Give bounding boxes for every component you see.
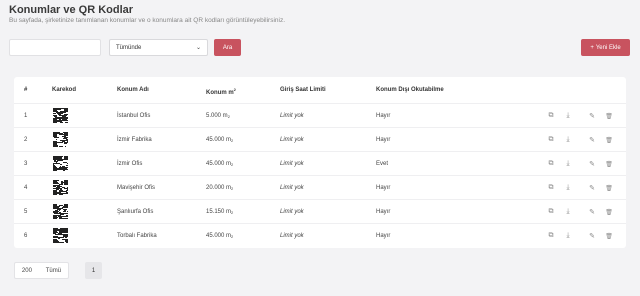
row-index: 5 bbox=[24, 209, 28, 215]
chevron-down-icon: ⌄ bbox=[195, 45, 201, 51]
page-title: Konumlar ve QR Kodlar bbox=[9, 4, 134, 16]
location-name: Mavişehir Ofis bbox=[117, 185, 156, 191]
external-link-icon[interactable]: ⧉ bbox=[546, 104, 556, 128]
download-icon[interactable]: ⤓ bbox=[563, 128, 573, 152]
search-button[interactable]: Ara bbox=[214, 39, 241, 56]
location-select[interactable]: Tümünde ⌄ bbox=[109, 39, 208, 56]
edit-icon[interactable]: ✎ bbox=[587, 224, 597, 248]
entry-time-limit: Limit yok bbox=[280, 209, 304, 215]
edit-icon[interactable]: ✎ bbox=[587, 200, 597, 224]
qr-code-icon[interactable] bbox=[53, 204, 68, 219]
page-button-current[interactable]: 1 bbox=[85, 262, 102, 279]
external-link-icon[interactable]: ⧉ bbox=[546, 224, 556, 248]
row-index: 3 bbox=[24, 161, 28, 167]
row-index: 2 bbox=[24, 137, 28, 143]
entry-time-limit: Limit yok bbox=[280, 185, 304, 191]
entry-time-limit: Limit yok bbox=[280, 113, 304, 119]
outside-scan-allowed: Hayır bbox=[376, 113, 391, 119]
page-subtitle: Bu sayfada, şirketinize tanımlanan konum… bbox=[9, 17, 286, 24]
download-icon[interactable]: ⤓ bbox=[563, 200, 573, 224]
page-size-value: 200 bbox=[21, 267, 32, 274]
location-area: 45.000 m2 bbox=[206, 233, 234, 239]
external-link-icon[interactable]: ⧉ bbox=[546, 200, 556, 224]
trash-icon[interactable]: 🗑 bbox=[604, 128, 614, 152]
table-row: 4 Mavişehir Ofis 20.000 m 2 Limit yok Hayır ⧉ ⤓… bbox=[14, 175, 626, 199]
new-location-button[interactable]: + Yeni Ekle bbox=[581, 39, 630, 56]
new-location-label: Yeni Ekle bbox=[595, 44, 621, 51]
download-icon[interactable]: ⤓ bbox=[563, 224, 573, 248]
qr-code-icon[interactable] bbox=[53, 108, 68, 123]
location-area: 45.000 m2 bbox=[206, 137, 234, 143]
location-name: İzmir Fabrika bbox=[117, 137, 152, 143]
location-area: 5.000 m2 bbox=[206, 113, 230, 119]
qr-code-icon[interactable] bbox=[53, 228, 68, 243]
search-input[interactable] bbox=[9, 39, 101, 56]
row-index: 4 bbox=[24, 185, 28, 191]
location-area: 15.150 m2 bbox=[206, 209, 234, 215]
location-area: 45.000 m2 bbox=[206, 161, 234, 167]
outside-scan-allowed: Evet bbox=[376, 161, 389, 167]
entry-time-limit: Limit yok bbox=[280, 233, 304, 239]
location-area: 20.000 m2 bbox=[206, 185, 234, 191]
trash-icon[interactable]: 🗑 bbox=[604, 224, 614, 248]
download-icon[interactable]: ⤓ bbox=[563, 152, 573, 176]
column-header-index: # bbox=[24, 87, 28, 93]
table-row: 1 İstanbul Ofis 5.000 m 2 Limit yok Hayır ⧉ ⤓ ✎ 🗑 bbox=[14, 103, 626, 127]
column-header-qr: Karekod bbox=[52, 87, 77, 93]
download-icon[interactable]: ⤓ bbox=[563, 176, 573, 200]
edit-icon[interactable]: ✎ bbox=[587, 104, 597, 128]
outside-scan-allowed: Hayır bbox=[376, 209, 391, 215]
qr-code-icon[interactable] bbox=[53, 156, 68, 171]
edit-icon[interactable]: ✎ bbox=[587, 176, 597, 200]
outside-scan-allowed: Hayır bbox=[376, 137, 391, 143]
entry-time-limit: Limit yok bbox=[280, 137, 304, 143]
location-name: İzmir Ofis bbox=[117, 161, 143, 167]
external-link-icon[interactable]: ⧉ bbox=[546, 152, 556, 176]
column-header-name: Konum Adı bbox=[117, 87, 149, 93]
trash-icon[interactable]: 🗑 bbox=[604, 176, 614, 200]
edit-icon[interactable]: ✎ bbox=[587, 128, 597, 152]
column-header-entry-limit: Giriş Saat Limiti bbox=[280, 87, 326, 93]
qr-code-icon[interactable] bbox=[53, 180, 68, 195]
table-row: 2 İzmir Fabrika 45.000 m 2 Limit yok Hayır ⧉ ⤓ ✎… bbox=[14, 127, 626, 151]
external-link-icon[interactable]: ⧉ bbox=[546, 128, 556, 152]
plus-icon: + bbox=[590, 44, 594, 51]
trash-icon[interactable]: 🗑 bbox=[604, 200, 614, 224]
trash-icon[interactable]: 🗑 bbox=[604, 152, 614, 176]
location-name: İstanbul Ofis bbox=[117, 113, 151, 119]
edit-icon[interactable]: ✎ bbox=[587, 152, 597, 176]
table-row: 5 Şanlıurfa Ofis 15.150 m 2 Limit yok Hayır ⧉ ⤓… bbox=[14, 199, 626, 223]
page-size-label: Tümü bbox=[45, 267, 62, 274]
table-row: 6 Torbalı Fabrika 45.000 m 2 Limit yok Hayır ⧉… bbox=[14, 223, 626, 247]
table-row: 3 İzmir Ofis 45.000 m 2 Limit yok Evet ⧉ ⤓ ✎ 🗑 bbox=[14, 151, 626, 175]
row-index: 1 bbox=[24, 113, 28, 119]
locations-table: # Karekod Konum Adı Konum m2 Giriş Saat … bbox=[14, 77, 626, 248]
page-size-selector[interactable]: 200 Tümü bbox=[14, 262, 69, 279]
outside-scan-allowed: Hayır bbox=[376, 233, 391, 239]
download-icon[interactable]: ⤓ bbox=[563, 104, 573, 128]
entry-time-limit: Limit yok bbox=[280, 161, 304, 167]
row-index: 6 bbox=[24, 233, 28, 239]
column-header-area: Konum m2 bbox=[206, 87, 236, 96]
location-name: Şanlıurfa Ofis bbox=[117, 209, 154, 215]
qr-code-icon[interactable] bbox=[53, 132, 68, 147]
location-name: Torbalı Fabrika bbox=[117, 233, 157, 239]
outside-scan-allowed: Hayır bbox=[376, 185, 391, 191]
external-link-icon[interactable]: ⧉ bbox=[546, 176, 556, 200]
location-select-value: Tümünde bbox=[116, 44, 142, 51]
column-header-outside-scan: Konum Dışı Okutabilme bbox=[376, 87, 444, 93]
trash-icon[interactable]: 🗑 bbox=[604, 104, 614, 128]
